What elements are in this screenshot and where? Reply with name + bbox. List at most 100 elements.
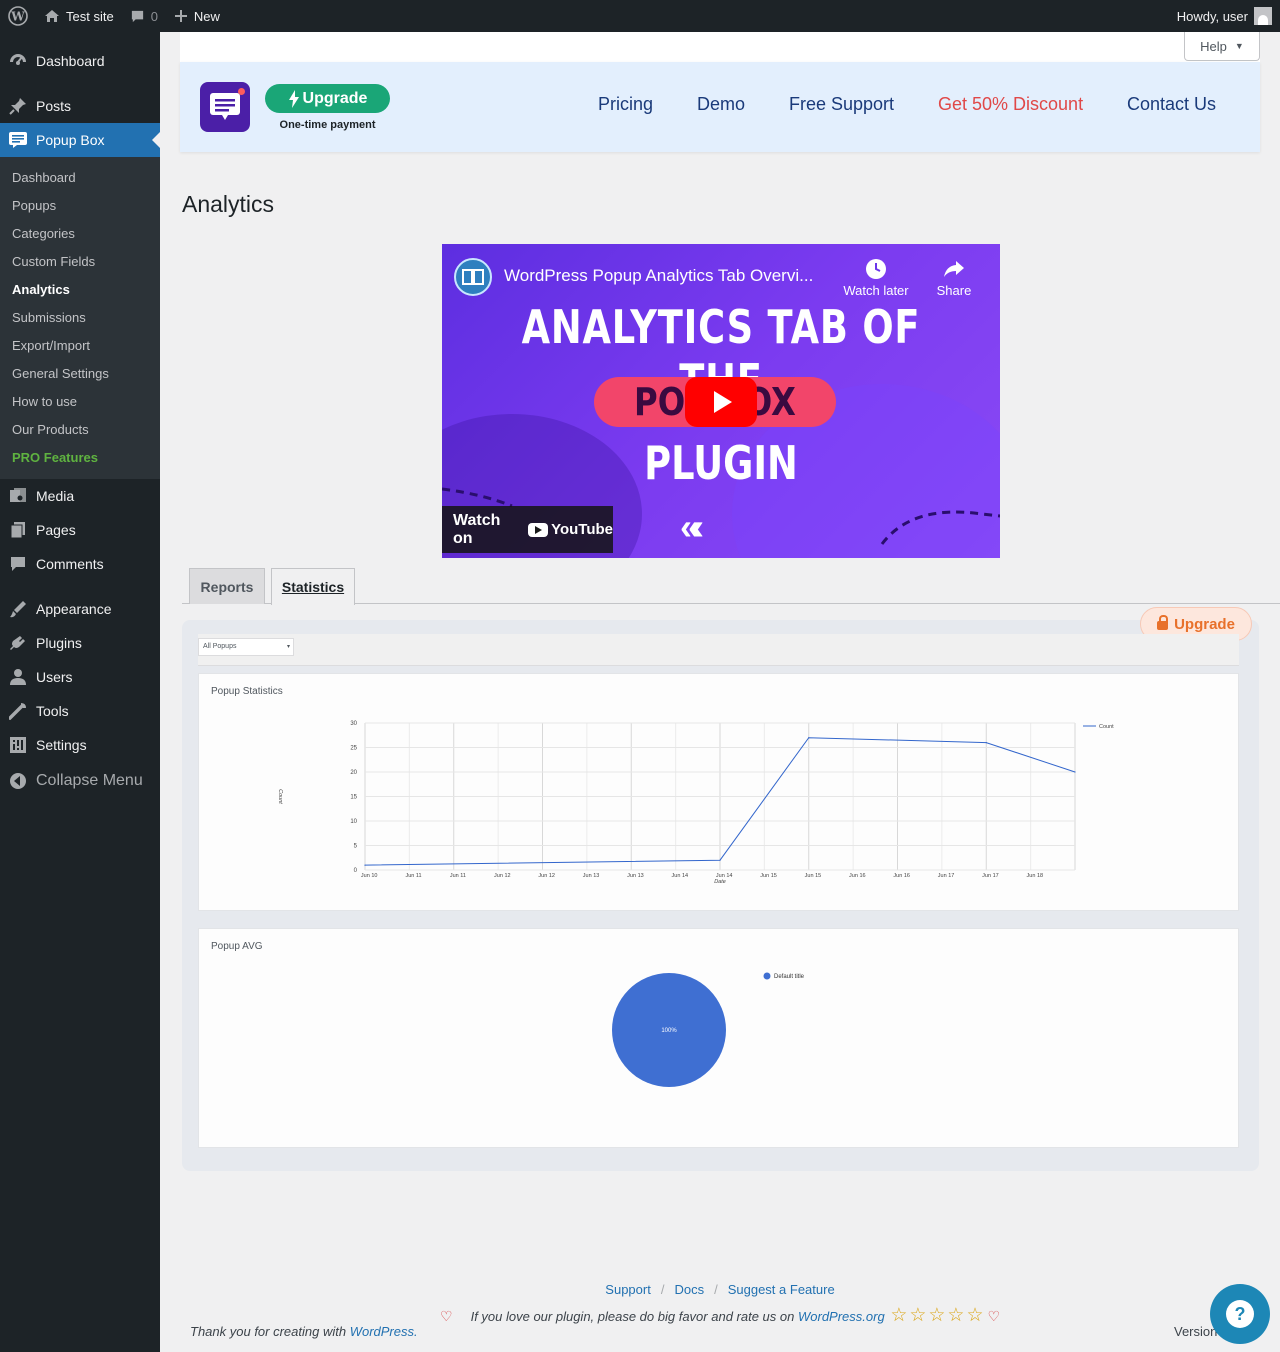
popup-avg-card: Popup AVG 100% Default title [198, 928, 1239, 1148]
nav-discount[interactable]: Get 50% Discount [938, 94, 1083, 115]
popup-avg-pie-chart: 100% Default title [612, 972, 805, 1087]
youtube-video-embed[interactable]: WordPress Popup Analytics Tab Overvi... … [442, 244, 1000, 558]
tab-reports[interactable]: Reports [189, 568, 265, 604]
menu-label: Comments [36, 556, 104, 572]
popup-filter-value: All Popups [203, 643, 237, 650]
thanks-text: Thank you for creating with [190, 1324, 347, 1339]
menu-settings[interactable]: Settings [0, 728, 160, 762]
lock-icon [1157, 615, 1169, 630]
menu-label: Dashboard [36, 53, 105, 69]
pages-icon [8, 520, 28, 540]
data-point [364, 864, 366, 866]
y-tick-label: 25 [350, 746, 357, 752]
y-tick-label: 30 [350, 721, 357, 727]
popup-box-logo-icon[interactable] [200, 82, 250, 132]
play-button[interactable] [685, 377, 757, 427]
x-tick-label: Jun 12 [538, 873, 555, 879]
submenu-analytics[interactable]: Analytics [0, 276, 160, 304]
comments-icon [8, 554, 28, 574]
footer-links: Support / Docs / Suggest a Feature [605, 1282, 835, 1297]
x-tick-label: Jun 16 [849, 873, 866, 879]
submenu-pro-features[interactable]: PRO Features [0, 444, 160, 472]
filter-bar: All Popups ▾ [198, 634, 1239, 666]
new-content-link[interactable]: New [166, 0, 228, 32]
x-tick-label: Jun 15 [805, 873, 822, 879]
submenu-our-products[interactable]: Our Products [0, 416, 160, 444]
menu-dashboard[interactable]: Dashboard [0, 44, 160, 78]
channel-avatar-icon[interactable] [454, 258, 492, 296]
menu-media[interactable]: Media [0, 479, 160, 513]
watch-later-button[interactable]: Watch later [836, 258, 916, 298]
x-tick-label: Jun 16 [893, 873, 910, 879]
main-content: Help ▼ Upgrade One-time payment Pricing D… [160, 32, 1280, 1352]
data-point [719, 859, 721, 861]
comments-link[interactable]: 0 [122, 0, 166, 32]
caret-down-icon: ▼ [1234, 41, 1244, 51]
menu-comments[interactable]: Comments [0, 547, 160, 581]
plugins-icon [8, 633, 28, 653]
watch-on-youtube-button[interactable]: Watch on YouTube [442, 506, 613, 553]
youtube-logo-icon: YouTube [528, 521, 613, 538]
users-icon [8, 667, 28, 687]
wordpress-link[interactable]: WordPress. [350, 1324, 418, 1339]
menu-posts[interactable]: Posts [0, 89, 160, 123]
docs-link[interactable]: Docs [674, 1282, 704, 1297]
menu-plugins[interactable]: Plugins [0, 626, 160, 660]
menu-label: Settings [36, 737, 87, 753]
suggest-feature-link[interactable]: Suggest a Feature [728, 1282, 835, 1297]
nav-contact-us[interactable]: Contact Us [1127, 94, 1216, 115]
nav-demo[interactable]: Demo [697, 94, 745, 115]
comments-count: 0 [150, 8, 158, 24]
y-tick-label: 0 [354, 868, 358, 874]
submenu-categories[interactable]: Categories [0, 220, 160, 248]
menu-label: Pages [36, 522, 76, 538]
plus-icon [174, 10, 187, 22]
pie-slice-label: 100% [661, 1028, 677, 1034]
submenu-export-import[interactable]: Export/Import [0, 332, 160, 360]
footer-version: Version [1174, 1324, 1218, 1339]
submenu-popups[interactable]: Popups [0, 192, 160, 220]
plugin-banner: Upgrade One-time payment Pricing Demo Fr… [180, 62, 1260, 152]
nav-pricing[interactable]: Pricing [598, 94, 653, 115]
lightning-icon [288, 89, 299, 108]
menu-label: Plugins [36, 635, 82, 651]
heart-icon: ♡ [987, 1308, 1001, 1324]
menu-appearance[interactable]: Appearance [0, 592, 160, 626]
wordpress-logo-icon[interactable]: W [0, 0, 36, 32]
page-title: Analytics [182, 191, 275, 217]
nav-free-support[interactable]: Free Support [789, 94, 894, 115]
site-name-link[interactable]: Test site [36, 0, 122, 32]
media-icon [8, 486, 28, 506]
submenu-general-settings[interactable]: General Settings [0, 360, 160, 388]
menu-label: Popup Box [36, 132, 105, 148]
legend-swatch-default-title [763, 972, 771, 980]
my-account[interactable]: Howdy, user [1177, 7, 1280, 25]
video-title[interactable]: WordPress Popup Analytics Tab Overvi... [504, 266, 813, 286]
menu-users[interactable]: Users [0, 660, 160, 694]
collapse-menu-button[interactable]: Collapse Menu [0, 762, 160, 800]
appearance-icon [8, 599, 28, 619]
home-icon [45, 10, 59, 22]
popup-statistics-line-chart: 0 5 10 15 20 25 30 Jun 10 Jun 11 Jun 11 Jun 12 Jun … [277, 721, 1114, 885]
submenu-dashboard[interactable]: Dashboard [0, 164, 160, 192]
help-chat-button[interactable]: ? [1210, 1284, 1270, 1344]
rating-stars-icon[interactable]: ☆☆☆☆☆ [890, 1305, 985, 1326]
submenu-how-to-use[interactable]: How to use [0, 388, 160, 416]
menu-popup-box[interactable]: Popup Box [0, 123, 160, 157]
youtube-label: YouTube [551, 521, 613, 538]
share-button[interactable]: Share [932, 258, 976, 298]
statistics-panel: Upgrade All Popups ▾ Popup Statistics 051… [182, 607, 1259, 1171]
upgrade-button[interactable]: Upgrade [265, 84, 390, 113]
greeting: Howdy, user [1176, 8, 1248, 24]
submenu-submissions[interactable]: Submissions [0, 304, 160, 332]
support-link[interactable]: Support [605, 1282, 651, 1297]
tab-statistics[interactable]: Statistics [271, 568, 355, 605]
popup-filter-select[interactable]: All Popups ▾ [198, 638, 294, 656]
menu-tools[interactable]: Tools [0, 694, 160, 728]
wordpress-org-link[interactable]: WordPress.org [798, 1309, 885, 1324]
help-tab-button[interactable]: Help ▼ [1184, 32, 1260, 61]
submenu-custom-fields[interactable]: Custom Fields [0, 248, 160, 276]
menu-pages[interactable]: Pages [0, 513, 160, 547]
one-time-payment-text: One-time payment [279, 119, 376, 131]
new-label: New [193, 8, 220, 24]
